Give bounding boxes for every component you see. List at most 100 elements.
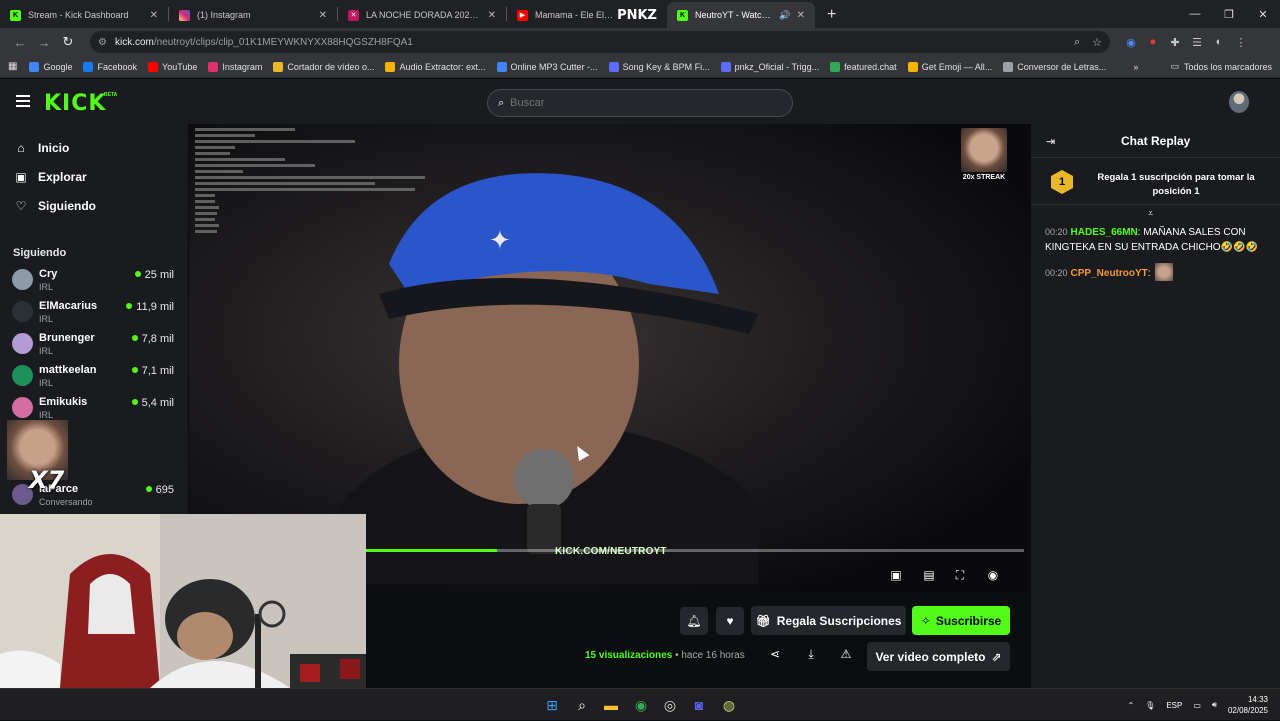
following-item[interactable]: Emikukis IRL 5,4 mil: [12, 393, 180, 423]
following-item[interactable]: ElMacarius IRL 11,9 mil: [12, 297, 180, 327]
share-icon[interactable]: ⋖: [766, 647, 784, 665]
new-tab-button[interactable]: +: [815, 2, 848, 28]
following-item[interactable]: Brunenger IRL 7,8 mil: [12, 329, 180, 359]
network-icon[interactable]: ▭: [1193, 701, 1201, 710]
tab-overlay-text: PNKZ: [617, 7, 657, 23]
bookmark-item[interactable]: Facebook: [83, 61, 137, 72]
bookmark-item[interactable]: Cortador de vídeo o...: [273, 61, 374, 72]
channel-name: Cry: [39, 268, 58, 280]
browser-tab-0[interactable]: K Stream - Kick Dashboard ✕: [0, 2, 168, 28]
close-window-icon[interactable]: ✕: [1246, 8, 1280, 21]
channel-name: Emikukis: [39, 396, 88, 408]
video-progress-bar[interactable]: [365, 549, 1024, 552]
discord-icon[interactable]: ◙: [690, 696, 708, 714]
bookmark-item[interactable]: YouTube: [148, 61, 197, 72]
theater-mode-icon[interactable]: ▤: [920, 566, 938, 584]
notification-bell-button[interactable]: 🔔︎: [680, 607, 708, 635]
bookmark-item[interactable]: Song Key & BPM Fi...: [608, 61, 710, 72]
watch-full-video-button[interactable]: Ver video completo ⇗: [867, 642, 1010, 671]
window-controls: — ❐ ✕: [1178, 0, 1280, 28]
reload-icon[interactable]: ↻: [56, 30, 80, 54]
menu-dots-icon[interactable]: ⋮: [1230, 36, 1252, 49]
restore-icon[interactable]: ❐: [1212, 8, 1246, 21]
browser-tab-3[interactable]: ▶ Mamama - Ele El Mu PNKZ: [507, 2, 667, 28]
playback-speed-icon[interactable]: ◉: [984, 566, 1002, 584]
rank-badge-icon: 1: [1051, 170, 1073, 194]
app-icon[interactable]: ◎: [661, 696, 679, 714]
puzzle-extensions-icon[interactable]: ✚: [1164, 36, 1186, 49]
close-icon[interactable]: ✕: [319, 10, 327, 21]
address-bar[interactable]: ⚙ kick.com/neutroyt/clips/clip_01K1MEYWK…: [90, 31, 1110, 53]
user-avatar[interactable]: [1229, 91, 1249, 113]
back-icon[interactable]: ←: [8, 30, 32, 54]
emote-overlay-label: X7: [29, 466, 65, 494]
miniplayer-icon[interactable]: ▣: [887, 566, 905, 584]
channel-avatar: [12, 365, 33, 386]
download-icon[interactable]: ⤓: [802, 647, 820, 665]
minimize-icon[interactable]: —: [1178, 8, 1212, 20]
nav-item-explore[interactable]: ▣ Explorar: [14, 170, 86, 184]
reading-list-icon[interactable]: ☰: [1186, 36, 1208, 49]
bookmark-item[interactable]: featured.chat: [830, 61, 897, 72]
bookmark-item[interactable]: Conversor de Letras...: [1003, 61, 1106, 72]
bookmark-item[interactable]: Instagram: [208, 61, 262, 72]
search-input[interactable]: [510, 97, 771, 109]
app-icon[interactable]: ◍: [720, 696, 738, 714]
volume-icon[interactable]: 🔊︎: [1212, 700, 1217, 710]
chrome-icon[interactable]: ◉: [632, 696, 650, 714]
report-icon[interactable]: ⚠: [837, 647, 855, 665]
microphone-icon[interactable]: 🎙︎: [1145, 701, 1155, 710]
bookmark-item[interactable]: pnkz_Oficial - Trigg...: [720, 61, 820, 72]
forward-icon[interactable]: →: [32, 30, 56, 54]
clock[interactable]: 14:33 02/08/2025: [1228, 694, 1268, 716]
apps-grid-icon[interactable]: ▦: [8, 61, 17, 72]
browser-tab-active[interactable]: K NeutroYT - Watch clips on 🔊 ✕: [667, 2, 815, 28]
kick-logo[interactable]: KICK: [44, 91, 106, 116]
bookmark-item[interactable]: Google: [29, 61, 73, 72]
speaker-icon[interactable]: 🔊: [779, 10, 790, 21]
gift-rank-prompt[interactable]: Regala 1 suscripción para tomar la posic…: [1086, 171, 1266, 199]
browser-tab-2[interactable]: ✕ LA NOCHE DORADA 2025 | TE ✕: [338, 2, 506, 28]
nav-item-following[interactable]: ♡ Siguiendo: [14, 199, 96, 213]
all-bookmarks-label: Todos los marcadores: [1183, 61, 1272, 72]
windows-start-icon[interactable]: ⊞: [543, 696, 561, 714]
expand-down-icon[interactable]: ⩡: [1148, 208, 1153, 219]
profile-avatar-icon[interactable]: ◐: [1208, 36, 1230, 48]
bookmark-label: pnkz_Oficial - Trigg...: [734, 61, 820, 72]
hamburger-menu-icon[interactable]: [16, 95, 30, 107]
bookmark-item[interactable]: Get Emoji — All...: [907, 61, 992, 72]
close-icon[interactable]: ✕: [488, 10, 496, 21]
file-explorer-icon[interactable]: ▬: [602, 696, 620, 714]
overlay-chat-line: [195, 212, 217, 215]
search-icon[interactable]: ⌕: [573, 696, 591, 714]
extension-icon[interactable]: ◉: [1120, 36, 1142, 49]
gift-subscriptions-button[interactable]: 🎁︎ Regala Suscripciones: [751, 606, 906, 635]
close-icon[interactable]: ✕: [150, 10, 158, 21]
fullscreen-icon[interactable]: ⛶: [951, 566, 969, 584]
message-username[interactable]: CPP_NeutrooYT: [1071, 268, 1148, 279]
subscribe-button[interactable]: ✧ Suscribirse: [912, 606, 1010, 635]
chevron-up-icon[interactable]: ⌃: [1127, 701, 1134, 710]
bookmark-item[interactable]: Audio Extractor: ext...: [385, 61, 486, 72]
overlay-chat-line: [195, 128, 295, 131]
bookmark-item[interactable]: Online MP3 Cutter -...: [496, 61, 598, 72]
search-box[interactable]: ⌕: [487, 89, 793, 117]
divider: [1031, 157, 1280, 158]
collapse-chat-icon[interactable]: ⇥: [1046, 135, 1055, 148]
zoom-icon[interactable]: ⌕: [1074, 36, 1080, 49]
bookmark-label: Google: [43, 61, 73, 72]
follow-heart-button[interactable]: ♥: [716, 607, 744, 635]
close-icon[interactable]: ✕: [797, 10, 805, 21]
nav-item-home[interactable]: ⌂ Inicio: [14, 141, 69, 155]
site-info-icon[interactable]: ⚙: [98, 37, 107, 48]
following-item[interactable]: mattkeelan IRL 7,1 mil: [12, 361, 180, 391]
language-indicator[interactable]: ESP: [1166, 701, 1182, 710]
browser-tab-1[interactable]: (1) Instagram ✕: [169, 2, 337, 28]
chevron-right-icon[interactable]: »: [1133, 62, 1138, 72]
message-username[interactable]: HADES_66MN: [1071, 227, 1138, 238]
browser-tab-bar: K Stream - Kick Dashboard ✕ (1) Instagra…: [0, 0, 1280, 28]
bookmark-star-icon[interactable]: ☆: [1092, 36, 1102, 49]
following-item[interactable]: Cry IRL 25 mil: [12, 265, 180, 295]
extension-icon[interactable]: ●: [1142, 36, 1164, 48]
all-bookmarks-button[interactable]: ▭ Todos los marcadores: [1170, 61, 1272, 72]
